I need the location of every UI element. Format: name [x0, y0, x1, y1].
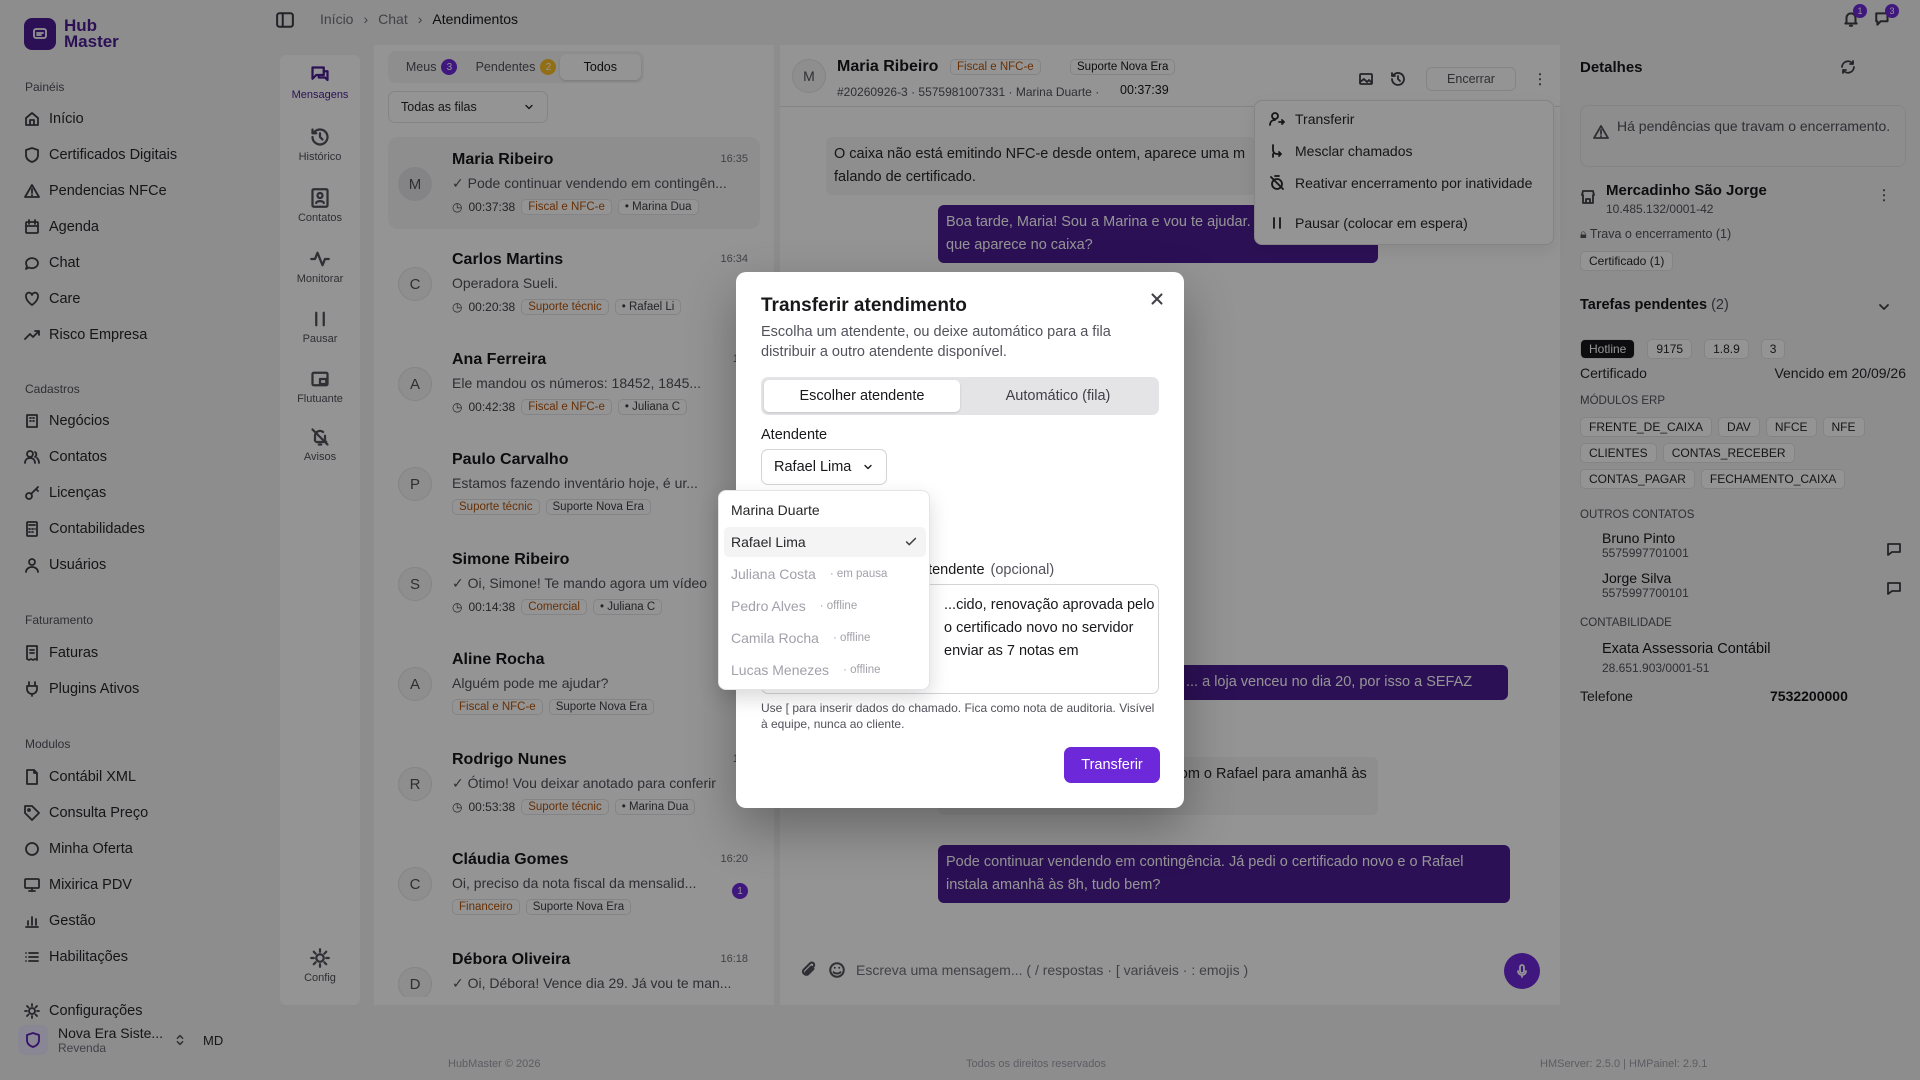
note-help-text: Use [ para inserir dados do chamado. Fic… — [761, 701, 1155, 731]
agent-option-name: Lucas Menezes — [731, 662, 830, 678]
agent-option-name: Rafael Lima — [731, 534, 806, 550]
agent-option[interactable]: Marina Duarte — [724, 495, 926, 525]
agent-option-name: Marina Duarte — [731, 502, 820, 518]
check-icon — [905, 537, 917, 546]
chevron-down-icon — [864, 464, 872, 470]
agent-option-status: · em pausa — [829, 568, 888, 580]
dialog-title: Transferir atendimento — [761, 295, 967, 316]
mode-toggle: Escolher atendente Automático (fila) — [761, 377, 1159, 415]
agent-option-name: Pedro Alves — [731, 598, 806, 614]
agent-select[interactable]: Rafael Lima — [761, 449, 887, 485]
mode-manual-button[interactable]: Escolher atendente — [764, 380, 960, 412]
agent-option-disabled: Camila Rocha · offline — [724, 623, 926, 653]
close-icon[interactable] — [1148, 290, 1166, 308]
dialog-description: Escolha um atendente, ou deixe automátic… — [761, 324, 1111, 360]
agent-option-disabled: Pedro Alves · offline — [724, 591, 926, 621]
note-optional: (opcional) — [990, 562, 1055, 578]
mode-auto-button[interactable]: Automático (fila) — [960, 380, 1156, 412]
agent-option-status: · offline — [832, 632, 871, 644]
agent-label: Atendente — [761, 427, 828, 443]
agent-option-selected[interactable]: Rafael Lima — [724, 527, 926, 557]
agent-option-name: Juliana Costa — [731, 566, 816, 582]
note-label: atendente (opcional) — [920, 562, 1054, 578]
transfer-submit-button[interactable]: Transferir — [1064, 747, 1160, 783]
agent-select-value: Rafael Lima — [774, 459, 852, 475]
agent-option-status: · offline — [819, 600, 858, 612]
agent-option-disabled: Lucas Menezes · offline — [724, 655, 926, 685]
agent-option-disabled: Juliana Costa · em pausa — [724, 559, 926, 589]
agent-options-list: Marina Duarte Rafael Lima Juliana Costa ·… — [718, 490, 930, 690]
agent-option-name: Camila Rocha — [731, 630, 819, 646]
agent-option-status: · offline — [843, 664, 881, 676]
